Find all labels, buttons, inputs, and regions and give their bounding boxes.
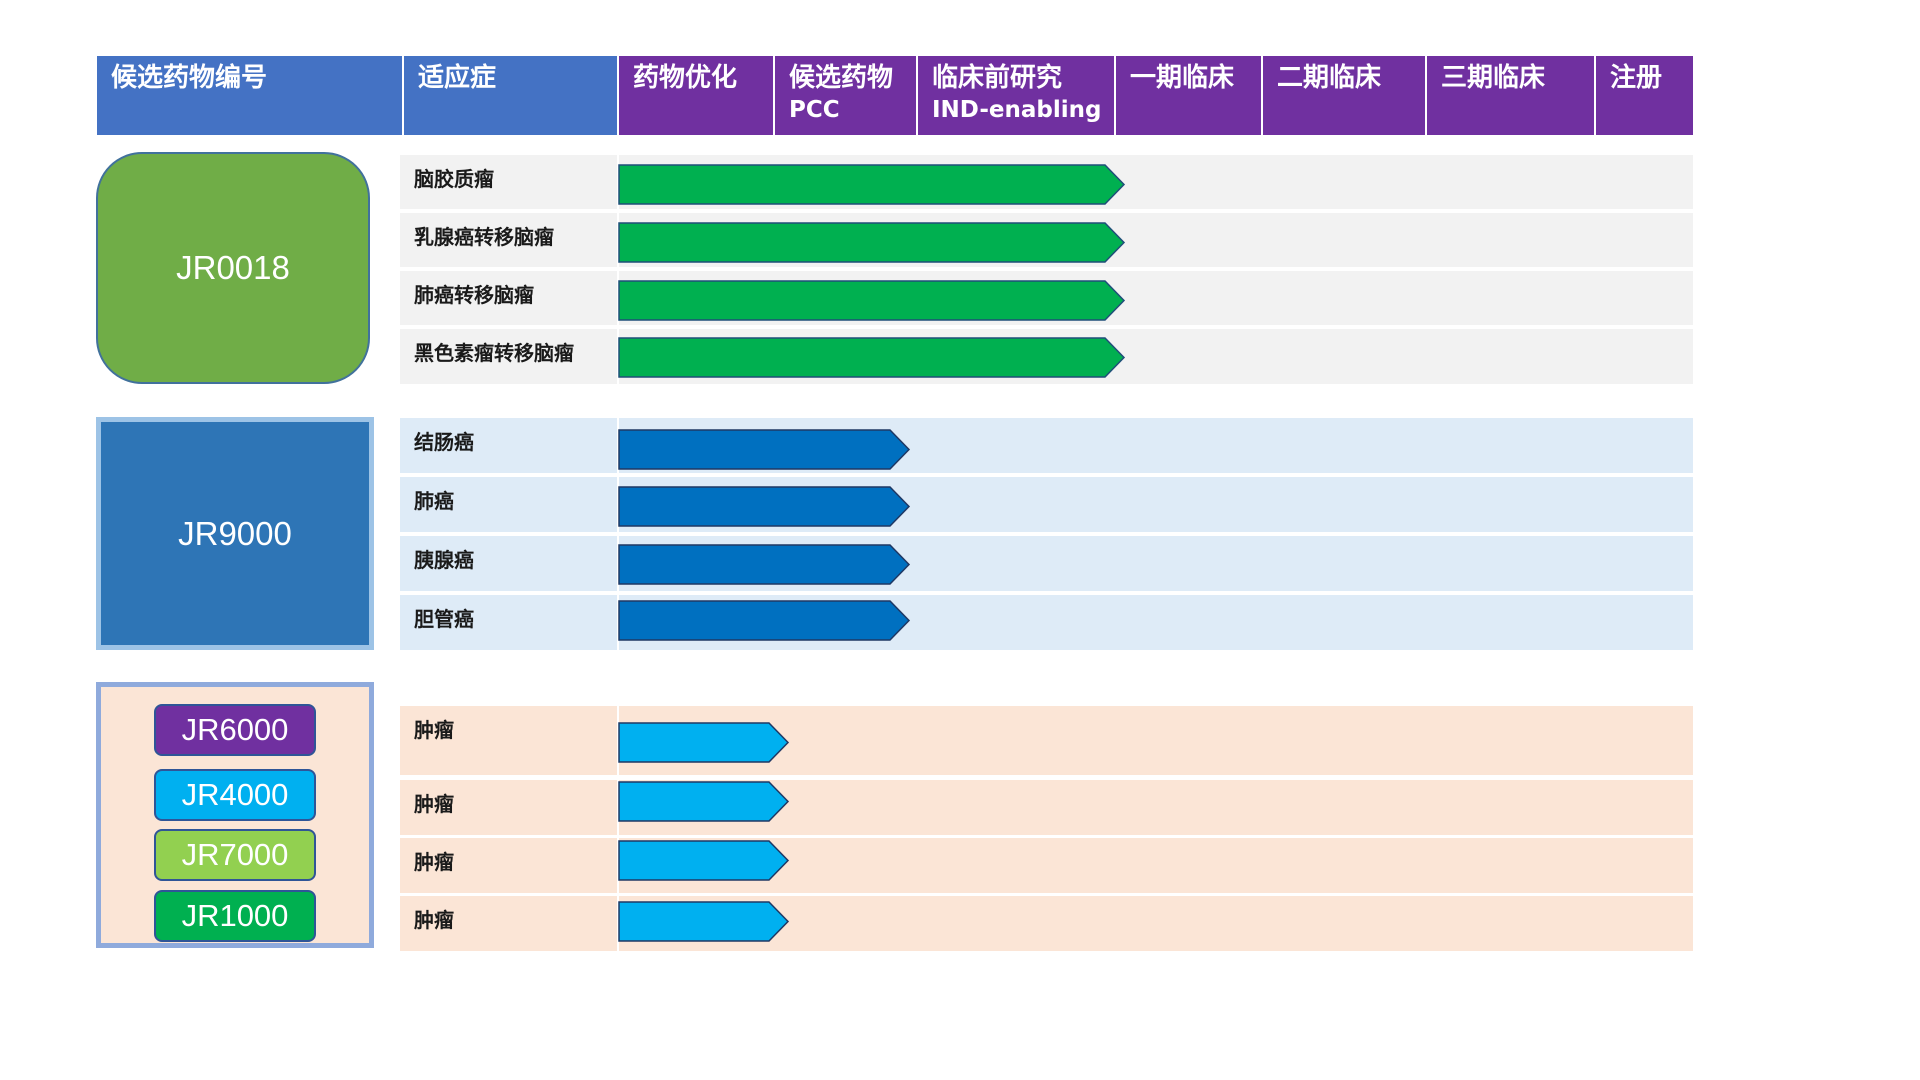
stage-label: 注册 <box>1610 63 1663 93</box>
indication-cell: 结肠癌 <box>400 418 617 473</box>
progress-arrow <box>618 781 790 822</box>
indication-cell: 脑胶质瘤 <box>400 155 617 209</box>
header-stage-optimization: 药物优化 <box>619 56 773 135</box>
candidate-label: JR1000 <box>181 898 289 933</box>
stage-label: 临床前研究 <box>932 63 1063 93</box>
indication-cell: 胰腺癌 <box>400 536 617 591</box>
header-stage-preclinical: 临床前研究 IND-enabling <box>918 56 1114 135</box>
progress-arrow <box>618 337 1126 378</box>
progress-arrow <box>618 901 790 942</box>
indication-label: 肿瘤 <box>414 718 454 742</box>
header-stage-phase1: 一期临床 <box>1116 56 1261 135</box>
indication-cell: 肿瘤 <box>400 780 617 835</box>
header-candidate-label: 候选药物编号 <box>111 63 268 93</box>
candidate-pill: JR7000 <box>154 829 316 881</box>
header-indication: 适应症 <box>404 56 617 135</box>
indication-cell: 肿瘤 <box>400 706 617 775</box>
header-stage-phase2: 二期临床 <box>1263 56 1425 135</box>
indication-cell: 黑色素瘤转移脑瘤 <box>400 329 617 384</box>
indication-cell: 胆管癌 <box>400 595 617 650</box>
indication-label: 肿瘤 <box>414 908 454 932</box>
candidate-label: JR6000 <box>181 712 289 747</box>
progress-arrow <box>618 280 1126 321</box>
progress-arrow <box>618 544 911 585</box>
header-stage-phase3: 三期临床 <box>1427 56 1594 135</box>
stage-label: 二期临床 <box>1277 63 1382 93</box>
progress-arrow <box>618 600 911 641</box>
indication-cell: 肿瘤 <box>400 896 617 951</box>
indication-label: 胆管癌 <box>414 607 474 631</box>
indication-cell: 肿瘤 <box>400 838 617 893</box>
candidate-box: JR9000 <box>96 417 374 650</box>
candidate-pill: JR1000 <box>154 890 316 942</box>
progress-arrow <box>618 429 911 470</box>
candidate-label: JR7000 <box>181 837 289 872</box>
stage-label: 药物优化 <box>633 63 738 93</box>
indication-cell: 乳腺癌转移脑瘤 <box>400 213 617 267</box>
progress-arrow <box>618 164 1126 205</box>
header-stage-pcc: 候选药物 PCC <box>775 56 916 135</box>
indication-label: 肺癌 <box>414 489 454 513</box>
indication-label: 乳腺癌转移脑瘤 <box>414 225 554 249</box>
progress-arrow <box>618 722 790 763</box>
indication-cell: 肺癌 <box>400 477 617 532</box>
pipeline-diagram: 候选药物编号 适应症 药物优化 候选药物 PCC 临床前研究 IND-enabl… <box>0 0 1920 1080</box>
progress-arrow <box>618 222 1126 263</box>
indication-label: 肿瘤 <box>414 850 454 874</box>
stage-sublabel: IND-enabling <box>932 97 1102 123</box>
candidate-label: JR4000 <box>181 777 289 812</box>
stage-label: 一期临床 <box>1130 63 1235 93</box>
indication-label: 结肠癌 <box>414 430 474 454</box>
indication-cell: 肺癌转移脑瘤 <box>400 271 617 325</box>
candidate-box: JR0018 <box>96 152 370 384</box>
indication-label: 黑色素瘤转移脑瘤 <box>414 341 574 365</box>
stage-sublabel: PCC <box>789 97 840 123</box>
candidate-pill: JR6000 <box>154 704 316 756</box>
stage-label: 三期临床 <box>1441 63 1546 93</box>
candidate-group-box: JR6000 JR4000 JR7000 JR1000 <box>96 682 374 948</box>
header-stage-registration: 注册 <box>1596 56 1693 135</box>
header-indication-label: 适应症 <box>418 63 497 93</box>
indication-label: 胰腺癌 <box>414 548 474 572</box>
candidate-pill: JR4000 <box>154 769 316 821</box>
candidate-label: JR9000 <box>178 514 292 552</box>
header-candidate: 候选药物编号 <box>97 56 402 135</box>
progress-arrow <box>618 486 911 527</box>
indication-label: 脑胶质瘤 <box>414 167 494 191</box>
indication-label: 肺癌转移脑瘤 <box>414 283 534 307</box>
indication-label: 肿瘤 <box>414 792 454 816</box>
stage-label: 候选药物 <box>789 63 894 93</box>
candidate-label: JR0018 <box>176 249 290 286</box>
progress-arrow <box>618 840 790 881</box>
